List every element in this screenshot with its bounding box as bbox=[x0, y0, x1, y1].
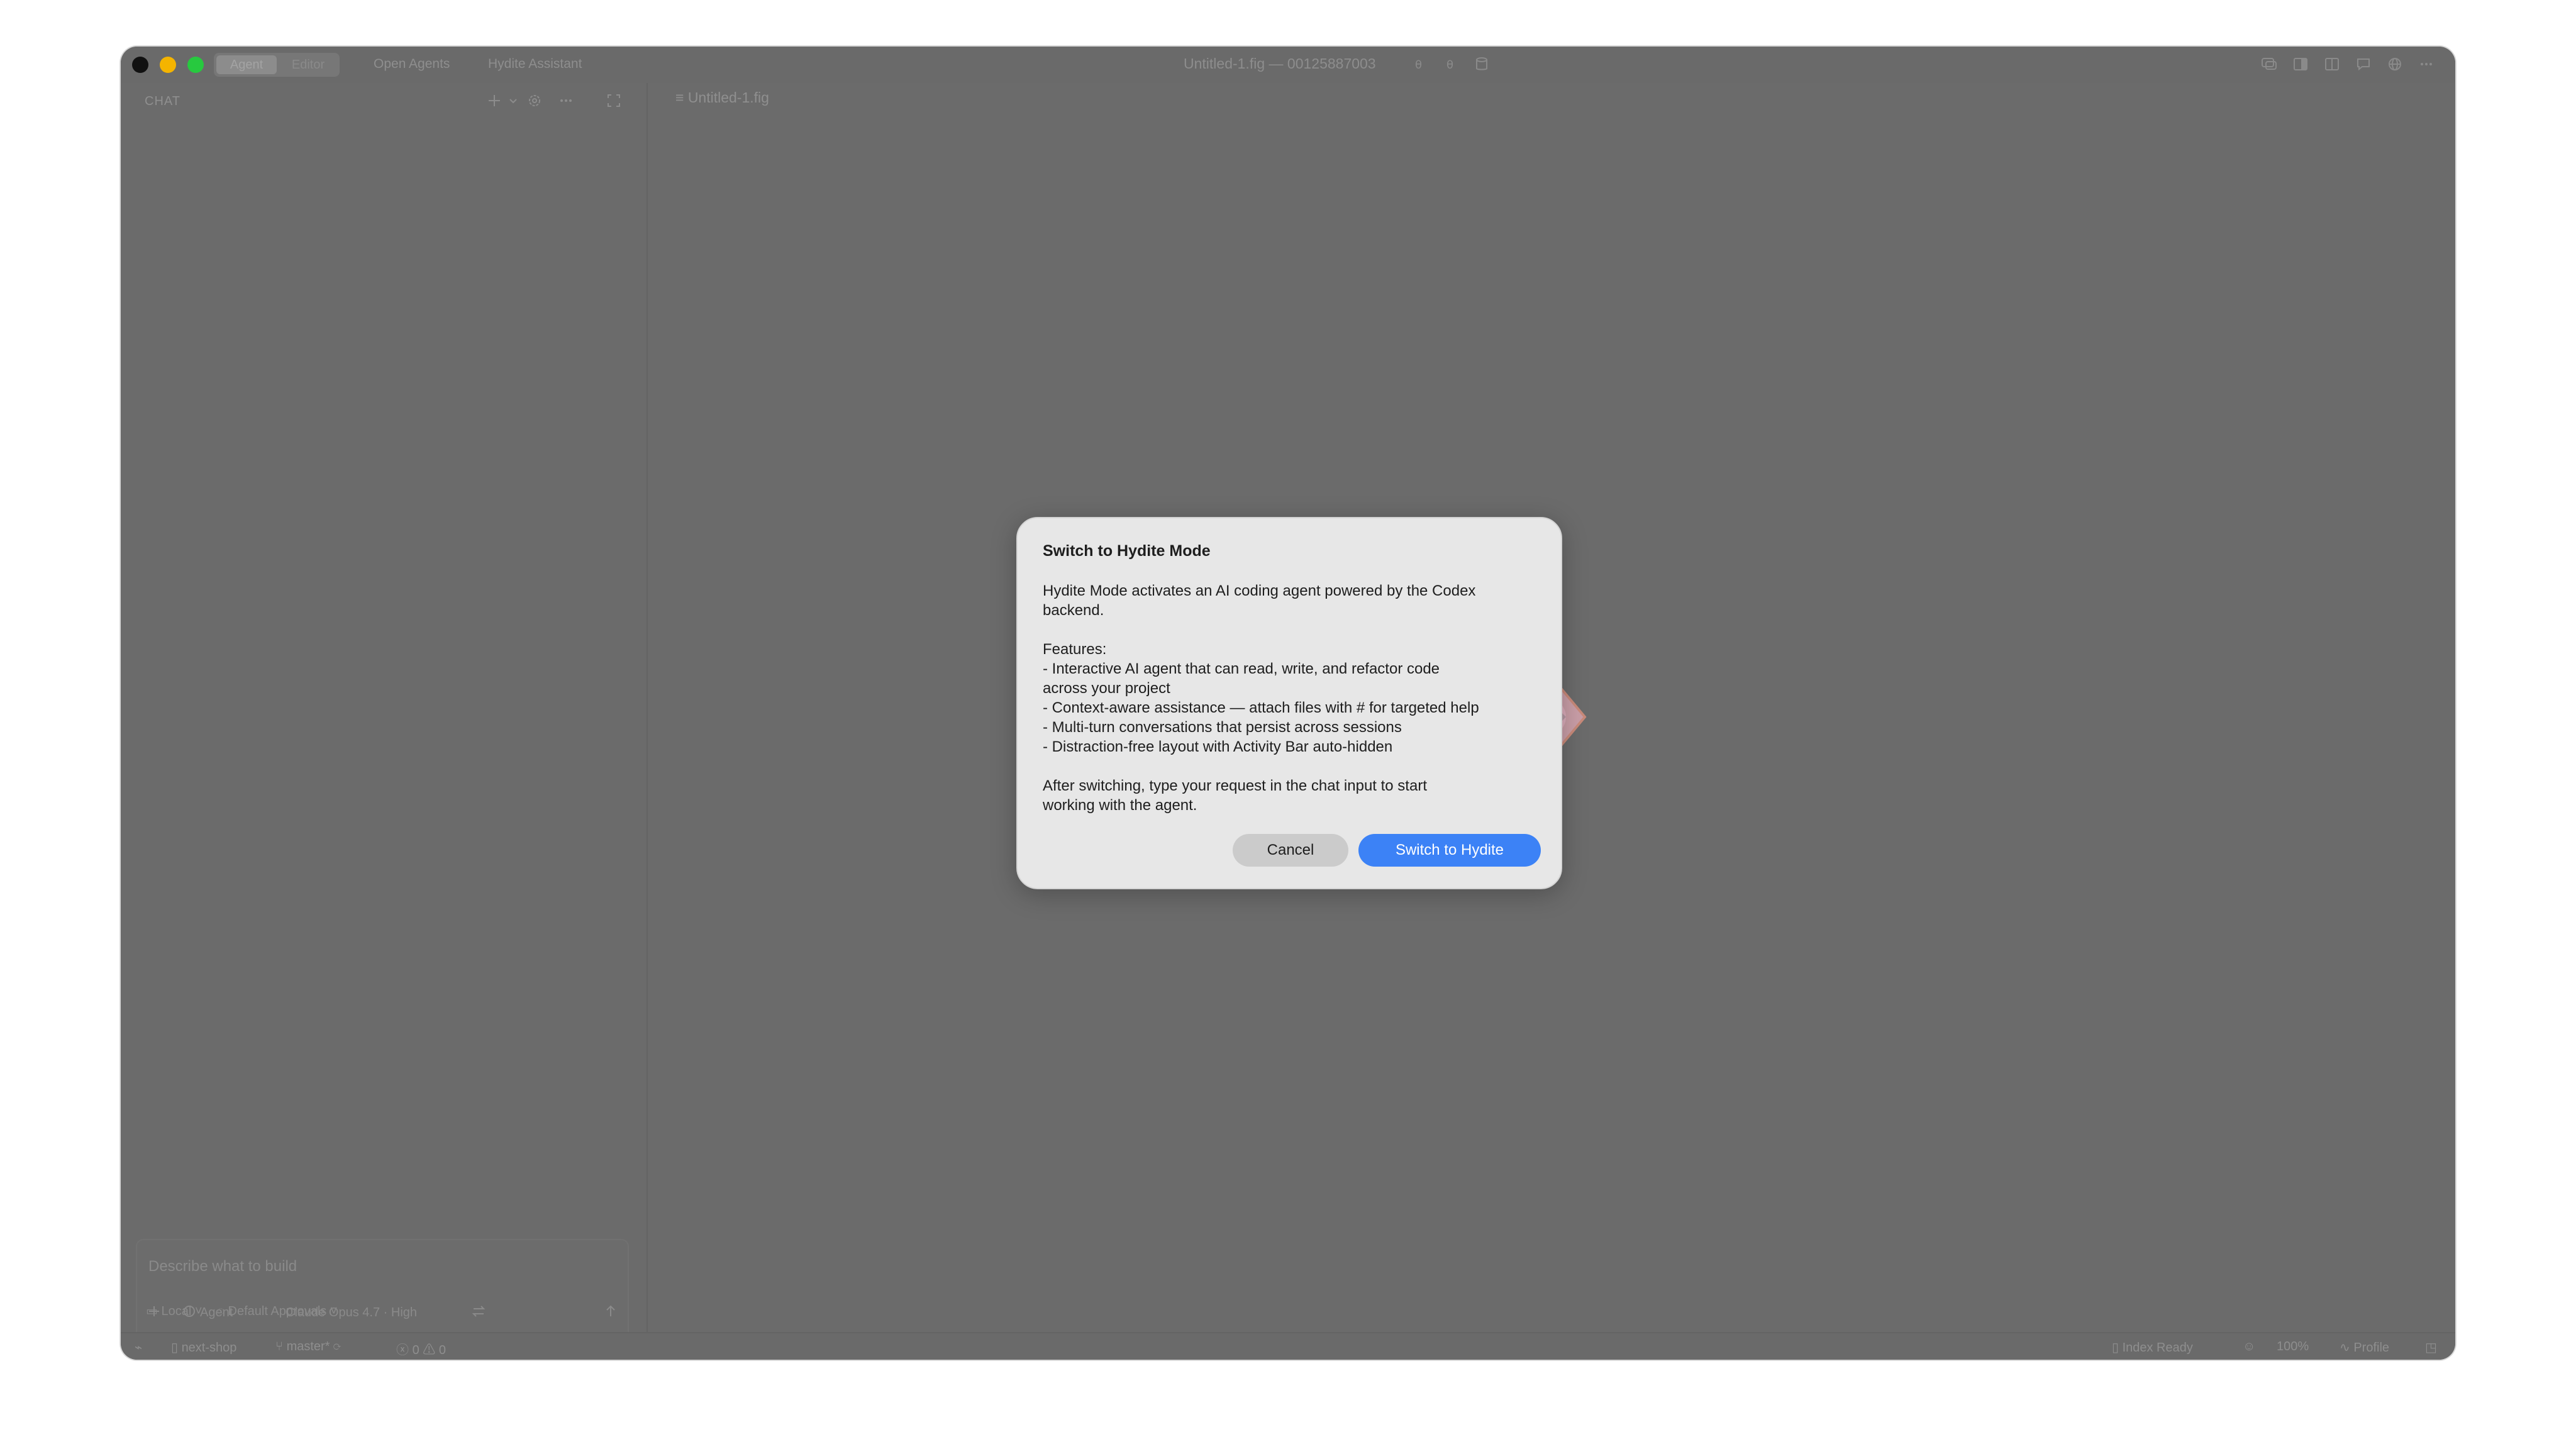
shield-icon: ◌ bbox=[217, 1304, 228, 1318]
expand-icon[interactable] bbox=[605, 92, 623, 109]
chat-input-placeholder[interactable]: Describe what to build bbox=[148, 1258, 297, 1275]
approvals-select[interactable]: Default Approvals bbox=[228, 1304, 327, 1318]
settings-gear-icon[interactable] bbox=[526, 92, 543, 109]
chevron-down-icon[interactable] bbox=[504, 92, 517, 109]
dialog-outro-line: working with the agent. bbox=[1043, 797, 1197, 814]
editor-tab[interactable]: ≡ Untitled-1.fig bbox=[675, 89, 769, 106]
monitor-icon: ▭ bbox=[146, 1304, 162, 1318]
mode-tab-agent[interactable]: Agent bbox=[216, 55, 277, 74]
more-options-icon[interactable] bbox=[2418, 55, 2435, 73]
new-chat-plus-icon[interactable] bbox=[486, 92, 503, 109]
dialog-outro-line: After switching, type your request in th… bbox=[1043, 777, 1427, 794]
dialog-title: Switch to Hydite Mode bbox=[1043, 542, 1211, 560]
chat-header-title: CHAT bbox=[145, 94, 180, 108]
environment-select[interactable]: Local bbox=[161, 1304, 191, 1318]
swap-icon[interactable] bbox=[470, 1303, 487, 1319]
feature-item: - Distraction-free layout with Activity … bbox=[1043, 738, 1393, 755]
feature-item: - Multi-turn conversations that persist … bbox=[1043, 719, 1402, 736]
editor-tab-label: Untitled-1.fig bbox=[687, 89, 769, 106]
open-agents-link[interactable]: Open Agents bbox=[374, 57, 450, 72]
file-icon: ≡ bbox=[675, 89, 688, 106]
svg-text:θ: θ bbox=[1446, 58, 1453, 72]
project-name: next-shop bbox=[181, 1341, 237, 1355]
maximize-window-button[interactable] bbox=[187, 57, 204, 73]
branch-name: master* bbox=[286, 1340, 330, 1353]
feature-item: - Context-aware assistance — attach file… bbox=[1043, 699, 1479, 716]
dialog-body: Hydite Mode activates an AI coding agent… bbox=[1043, 581, 1546, 835]
profile-item[interactable]: ∿ Profile bbox=[2340, 1340, 2389, 1355]
chevron-down-icon: ˅ bbox=[330, 1304, 338, 1318]
features-heading: Features: bbox=[1043, 641, 1107, 658]
index-label: Index Ready bbox=[2122, 1341, 2193, 1355]
mode-switcher: Agent Editor bbox=[214, 53, 340, 77]
copilot-icon[interactable]: ☺ bbox=[2243, 1340, 2255, 1354]
zoom-level[interactable]: 100% bbox=[2277, 1340, 2309, 1354]
switch-to-hydite-button[interactable]: Switch to Hydite bbox=[1358, 834, 1541, 867]
notifications-icon[interactable]: ◳ bbox=[2425, 1340, 2437, 1355]
remote-icon[interactable]: ⌁ bbox=[135, 1340, 142, 1355]
send-arrow-icon[interactable] bbox=[602, 1303, 619, 1319]
title-bar: Agent Editor Open Agents Hydite Assistan… bbox=[121, 47, 2455, 84]
profile-label: Profile bbox=[2353, 1341, 2390, 1355]
more-options-icon[interactable] bbox=[557, 92, 575, 109]
chevron-down-icon: ˅ bbox=[194, 1304, 206, 1318]
dialog-intro-line: Hydite Mode activates an AI coding agent… bbox=[1043, 582, 1476, 599]
split-view-icon[interactable] bbox=[2323, 55, 2341, 73]
chat-bubble-icon[interactable] bbox=[2260, 55, 2278, 73]
chat-sidebar: CHAT Describe what to build Agent Claude… bbox=[121, 83, 648, 1360]
status-bar: ⌁ ▯ next-shop ⑂ master* ⟳ ⓧ 0 ⚠ 0 ▯ Inde… bbox=[121, 1332, 2455, 1360]
warning-count: 0 bbox=[438, 1343, 446, 1357]
feature-item: - Interactive AI agent that can read, wr… bbox=[1043, 660, 1440, 677]
globe-icon[interactable] bbox=[2386, 55, 2404, 73]
close-window-button[interactable] bbox=[132, 57, 148, 73]
git-icon[interactable]: θ bbox=[1441, 55, 1459, 73]
dialog-intro-line: backend. bbox=[1043, 602, 1104, 619]
window-title: Untitled-1.fig — 00125887003 bbox=[1184, 55, 1376, 72]
switch-mode-dialog: Switch to Hydite Mode Hydite Mode activa… bbox=[1016, 517, 1562, 889]
info-icon[interactable]: θ bbox=[1410, 55, 1428, 73]
mode-tab-editor[interactable]: Editor bbox=[279, 55, 337, 74]
feature-item: across your project bbox=[1043, 680, 1170, 697]
feedback-icon[interactable] bbox=[2355, 55, 2372, 73]
panel-right-icon[interactable] bbox=[2292, 55, 2309, 73]
minimize-window-button[interactable] bbox=[160, 57, 176, 73]
cancel-button[interactable]: Cancel bbox=[1233, 834, 1348, 867]
sidebar-options: ▭ Local ˅ ◌ Default Approvals ˅ bbox=[146, 1303, 338, 1319]
hydite-assistant-link[interactable]: Hydite Assistant bbox=[488, 57, 582, 72]
database-icon[interactable] bbox=[1473, 55, 1491, 73]
project-item[interactable]: ▯ next-shop bbox=[171, 1340, 236, 1355]
problems-item[interactable]: ⓧ 0 ⚠ 0 bbox=[396, 1340, 446, 1358]
svg-text:θ: θ bbox=[1415, 58, 1422, 72]
index-status[interactable]: ▯ Index Ready bbox=[2112, 1340, 2193, 1355]
branch-item[interactable]: ⑂ master* ⟳ bbox=[275, 1340, 341, 1354]
error-count: 0 bbox=[412, 1343, 419, 1357]
